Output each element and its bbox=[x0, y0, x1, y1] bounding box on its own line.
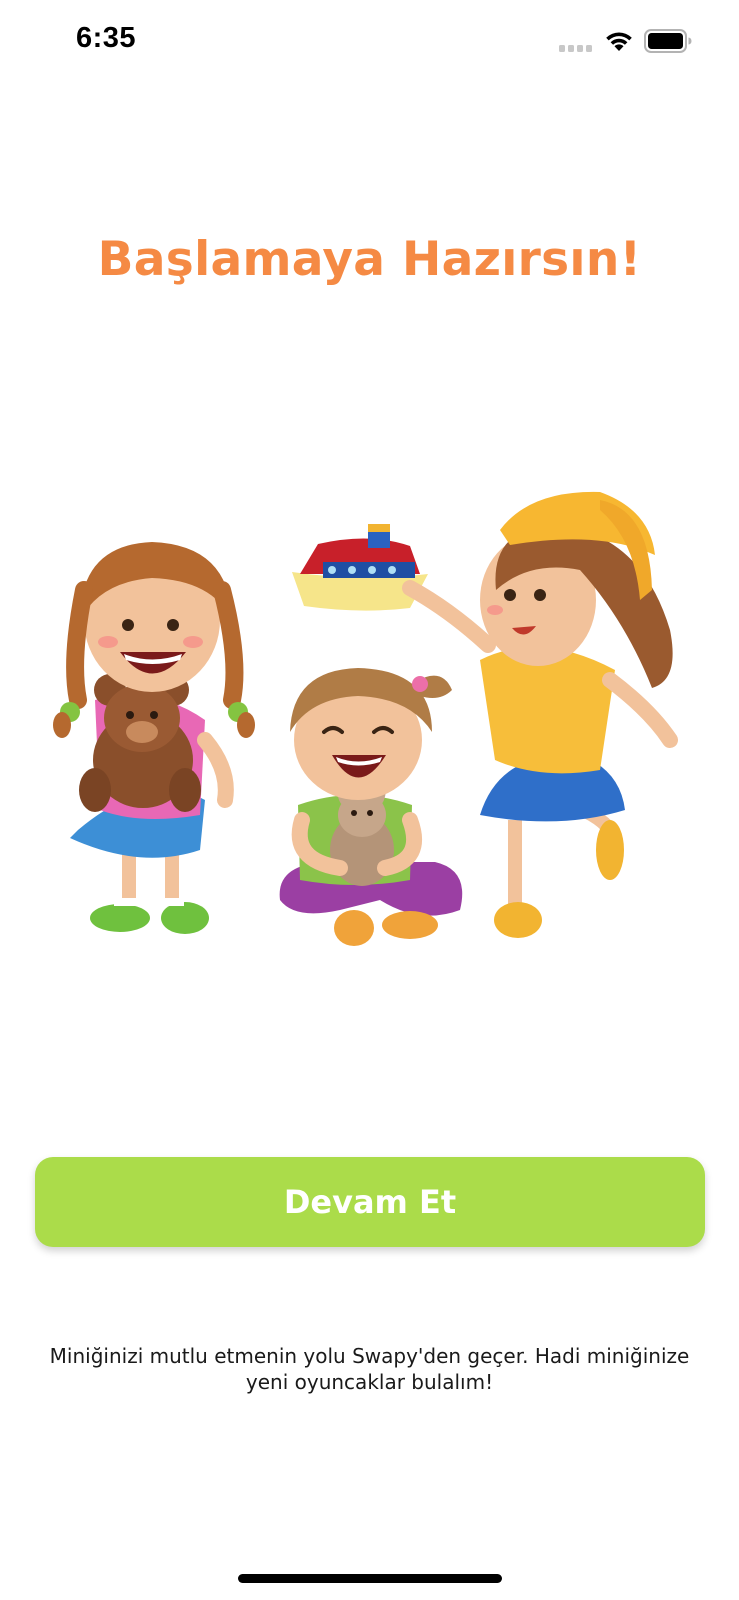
welcome-screen: 6:35 Başlamaya Hazırsın! Devam Et Miniği… bbox=[0, 0, 739, 1600]
home-indicator[interactable] bbox=[238, 1574, 502, 1583]
page-title: Başlamaya Hazırsın! bbox=[97, 232, 642, 287]
wifi-icon bbox=[606, 32, 632, 51]
sitting-child-with-bunny-figure bbox=[279, 668, 463, 946]
footer-description: Miniğinizi mutlu etmenin yolu Swapy'den … bbox=[20, 1343, 719, 1395]
footer-line-1: Miniğinizi mutlu etmenin yolu Swapy'den … bbox=[49, 1344, 690, 1368]
signal-icon bbox=[559, 45, 592, 52]
continue-button[interactable]: Devam Et bbox=[35, 1157, 705, 1247]
girl-with-teddy-figure bbox=[53, 542, 255, 934]
battery-icon bbox=[644, 29, 692, 53]
status-bar: 6:35 bbox=[0, 0, 739, 84]
status-time: 6:35 bbox=[76, 22, 137, 54]
toy-boat-figure bbox=[292, 524, 428, 611]
kids-illustration bbox=[53, 491, 678, 946]
footer-line-2: yeni oyuncaklar bulalım! bbox=[245, 1370, 494, 1394]
